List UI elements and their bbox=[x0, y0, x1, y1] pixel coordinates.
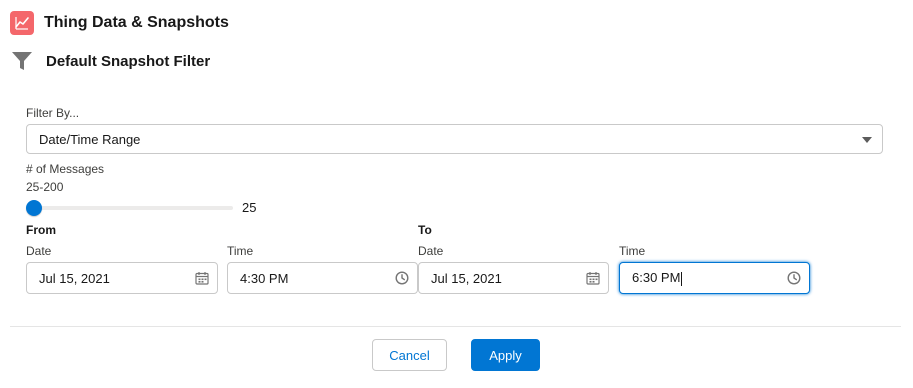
funnel-icon bbox=[10, 49, 34, 73]
clock-icon[interactable] bbox=[395, 271, 409, 285]
messages-slider-track[interactable] bbox=[30, 206, 233, 210]
messages-label: # of Messages bbox=[26, 162, 105, 176]
filter-by-select[interactable]: Date/Time Range bbox=[26, 124, 883, 154]
to-time-label: Time bbox=[619, 244, 646, 258]
from-heading: From bbox=[26, 223, 56, 237]
filter-panel-title: Default Snapshot Filter bbox=[46, 52, 211, 70]
chevron-down-icon bbox=[862, 137, 872, 143]
filter-by-label: Filter By... bbox=[26, 106, 80, 120]
to-time-input[interactable]: 6:30 PM bbox=[619, 262, 810, 294]
messages-slider-value: 25 bbox=[242, 200, 257, 215]
to-heading: To bbox=[418, 223, 432, 237]
from-date-input[interactable]: Jul 15, 2021 bbox=[26, 262, 218, 294]
cancel-button[interactable]: Cancel bbox=[372, 339, 447, 371]
from-time-input[interactable]: 4:30 PM bbox=[227, 262, 418, 294]
calendar-icon[interactable] bbox=[195, 271, 209, 285]
to-date-label: Date bbox=[418, 244, 444, 258]
from-date-label: Date bbox=[26, 244, 52, 258]
line-chart-icon bbox=[10, 11, 34, 35]
to-date-value: Jul 15, 2021 bbox=[431, 270, 502, 286]
calendar-icon[interactable] bbox=[586, 271, 600, 285]
text-cursor bbox=[681, 271, 683, 286]
footer-divider bbox=[10, 326, 901, 327]
page-header: Thing Data & Snapshots bbox=[10, 11, 229, 35]
to-time-value: 6:30 PM bbox=[632, 270, 683, 286]
filter-panel-header: Default Snapshot Filter bbox=[10, 49, 210, 73]
filter-by-value: Date/Time Range bbox=[39, 131, 141, 147]
to-date-input[interactable]: Jul 15, 2021 bbox=[418, 262, 609, 294]
from-date-value: Jul 15, 2021 bbox=[39, 270, 110, 286]
page-title: Thing Data & Snapshots bbox=[44, 14, 229, 31]
messages-range: 25-200 bbox=[26, 180, 64, 194]
from-time-value: 4:30 PM bbox=[240, 270, 289, 286]
messages-slider-thumb[interactable] bbox=[26, 200, 42, 216]
from-time-label: Time bbox=[227, 244, 254, 258]
apply-button[interactable]: Apply bbox=[471, 339, 540, 371]
clock-icon[interactable] bbox=[787, 271, 801, 285]
